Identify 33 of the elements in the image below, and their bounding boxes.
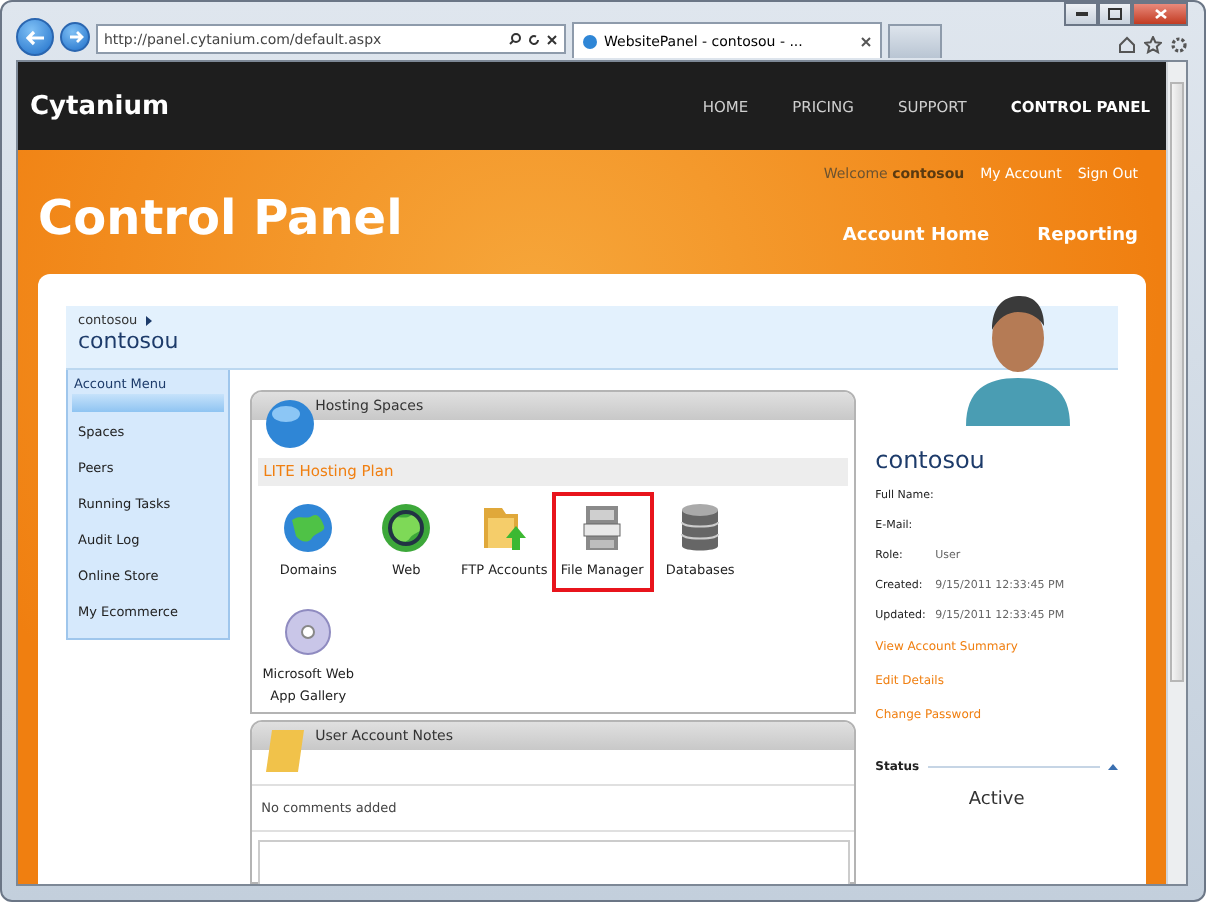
globe-icon bbox=[282, 502, 335, 554]
account-name: contosou bbox=[78, 328, 181, 354]
restore-button[interactable] bbox=[1098, 2, 1132, 26]
sphere-icon bbox=[263, 398, 316, 450]
arrow-left-icon bbox=[25, 29, 45, 45]
database-icon bbox=[678, 502, 723, 554]
status-value: Active bbox=[966, 790, 1027, 810]
home-icon[interactable] bbox=[1118, 36, 1136, 54]
caret-icon bbox=[145, 315, 152, 325]
search-icon bbox=[508, 32, 522, 46]
page-globe-icon bbox=[582, 33, 598, 49]
refresh-icon[interactable] bbox=[528, 33, 540, 45]
minimize-button[interactable] bbox=[1064, 2, 1098, 26]
note-icon bbox=[263, 728, 308, 776]
back-button[interactable] bbox=[16, 18, 54, 56]
close-button[interactable] bbox=[1132, 2, 1188, 26]
restore-icon bbox=[1108, 8, 1122, 20]
disc-icon bbox=[282, 606, 335, 658]
close-icon[interactable] bbox=[860, 35, 872, 47]
close-icon[interactable] bbox=[546, 33, 558, 45]
minimize-icon bbox=[1075, 12, 1087, 16]
collapse-icon[interactable] bbox=[1108, 764, 1118, 770]
folder-icon bbox=[478, 502, 531, 554]
profile-name: contosou bbox=[875, 446, 987, 474]
scrollbar[interactable] bbox=[1166, 62, 1186, 884]
arrow-right-icon bbox=[67, 30, 83, 44]
star-icon[interactable] bbox=[1144, 36, 1162, 54]
site-logo[interactable]: Cytanium bbox=[30, 91, 659, 121]
page-title: Control Panel bbox=[38, 190, 405, 246]
close-icon bbox=[1153, 8, 1167, 20]
settings-icon[interactable] bbox=[1170, 36, 1188, 54]
globe-clock-icon bbox=[380, 502, 433, 554]
forward-button[interactable] bbox=[60, 22, 90, 52]
